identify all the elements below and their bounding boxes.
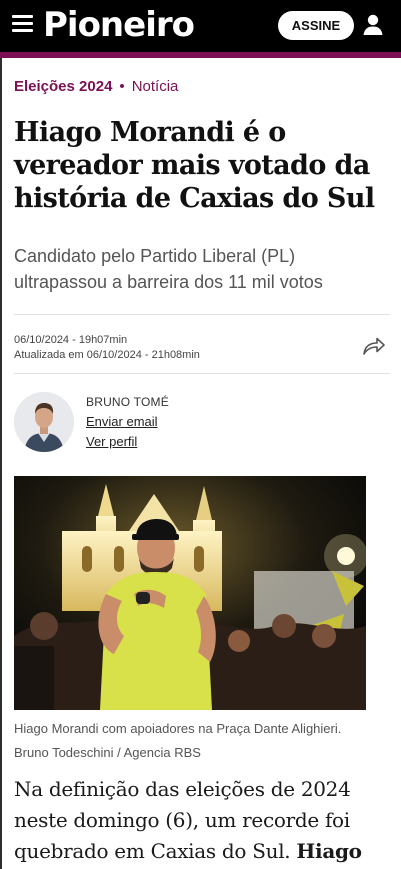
send-email-link[interactable]: Enviar email [86, 414, 158, 429]
view-profile-link[interactable]: Ver perfil [86, 434, 137, 449]
article-headline: Hiago Morandi é o vereador mais votado d… [14, 117, 375, 214]
article-subtitle: Candidato pelo Partido Liberal (PL) ultr… [14, 246, 323, 292]
site-logo[interactable]: Pioneiro [43, 3, 195, 47]
photo-credit: Bruno Todeschini / Agencia RBS [14, 745, 201, 760]
kicker-separator: • [119, 78, 125, 95]
article-photo[interactable] [14, 476, 366, 710]
article-dates: 06/10/2024 - 19h07min Atualizada em 06/1… [14, 333, 200, 363]
menu-icon[interactable] [12, 15, 36, 35]
user-icon[interactable] [362, 13, 384, 37]
updated-date: Atualizada em 06/10/2024 - 21h08min [14, 349, 200, 361]
photo-caption: Hiago Morandi com apoiadores na Praça Da… [14, 721, 342, 736]
subscribe-button[interactable]: ASSINE [278, 11, 354, 40]
body-lead-bold: Hiago [296, 839, 362, 863]
article-type: Notícia [131, 78, 179, 95]
author-avatar[interactable] [14, 392, 74, 452]
author-name[interactable]: BRUNO TOMÉ [86, 395, 169, 409]
published-date: 06/10/2024 - 19h07min [14, 334, 128, 346]
article-kicker: Eleições 2024 • Notícia [14, 78, 178, 95]
share-icon[interactable] [362, 335, 386, 357]
divider [14, 314, 390, 315]
section-link[interactable]: Eleições 2024 [14, 78, 112, 95]
site-header: Pioneiro ASSINE [0, 0, 401, 52]
header-accent-bar [0, 52, 401, 58]
divider [14, 373, 390, 374]
page-left-border [0, 58, 2, 869]
article-body-paragraph: Na definição das eleições de 2024 neste … [14, 774, 390, 867]
